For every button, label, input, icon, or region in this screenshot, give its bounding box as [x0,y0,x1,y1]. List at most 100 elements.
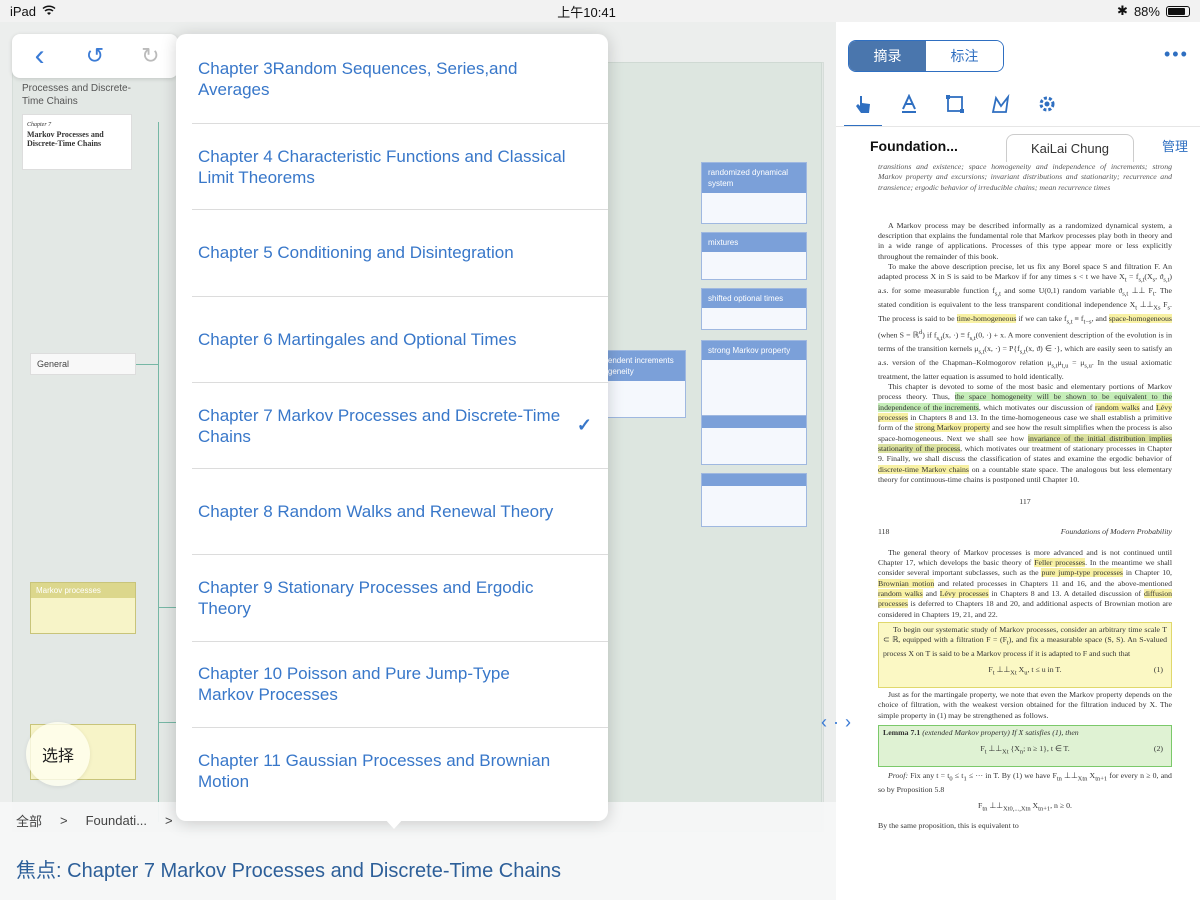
segment-excerpt[interactable]: 摘录 [849,41,926,71]
chapter-item[interactable]: Chapter 6 Martingales and Optional Times [192,297,608,383]
wifi-icon [42,4,56,19]
chapter-title: Chapter 11 Gaussian Processes and Browni… [198,751,551,792]
highlight[interactable]: strong Markov property [915,423,990,433]
pane-splitter[interactable]: ‹ · › [806,704,866,740]
chapter-item[interactable]: Chapter 9 Stationary Processes and Ergod… [192,555,608,642]
chevron-left-icon: ‹ [821,711,827,732]
node-title [702,474,806,486]
chapter-intro: transitions and existence; space homogen… [878,162,1172,192]
paragraph: The general theory of Markov processes i… [878,547,1172,619]
node-title: randomized dynamical system [702,163,806,193]
device-label: iPad [10,3,37,19]
chapter-item[interactable]: Chapter 10 Poisson and Pure Jump-Type Ma… [192,642,608,729]
highlight[interactable]: random walks [878,588,923,598]
connector-line [158,722,178,723]
highlighted-block[interactable]: To begin our systematic study of Markov … [878,621,1172,689]
equation: Ftn ⊥⊥Xt0,...,Xtn Xtn+1, n ≥ 0. [978,801,1072,813]
node-title: Markov processes [31,583,135,598]
rectangle-tool[interactable] [936,86,974,126]
node-blue[interactable] [701,415,807,465]
chapter-item[interactable]: Chapter 8 Random Walks and Renewal Theor… [192,469,608,556]
chapter-item[interactable]: Chapter 3Random Sequences, Series,and Av… [192,34,608,124]
more-button[interactable]: ••• [1164,44,1189,65]
highlight[interactable]: discrete-time Markov chains [878,464,969,474]
chapter-item[interactable]: Chapter 5 Conditioning and Disintegratio… [192,210,608,297]
chapter-thumbnail[interactable]: Chapter 7 Markov Processes and Discrete-… [22,114,132,170]
document-panel: 摘录 标注 ••• Foundation... KaiLai Chung 管理 … [836,22,1200,900]
rectangle-select-icon [945,94,965,119]
status-bar: iPad 上午10:41 ✱ 88% [0,0,1200,22]
focus-value[interactable]: Chapter 7 Markov Processes and Discrete-… [67,860,561,882]
highlight[interactable]: time-homogeneous [956,313,1017,323]
node-body [31,598,135,606]
highlight[interactable]: pure jump-type processes [1041,568,1123,578]
equation-number: (2) [1153,744,1163,754]
lemma-statement: Lemma 7.1 (extended Markov property) If … [883,727,1079,737]
chapter-title: Chapter 4 Characteristic Functions and C… [198,146,566,187]
connector-line [136,364,158,365]
clock: 上午10:41 [557,4,616,20]
node-mixtures[interactable]: mixtures [701,232,807,280]
paragraph: This chapter is devoted to some of the m… [878,382,1172,484]
node-blue[interactable] [701,473,807,527]
highlight[interactable]: Feller processes [1034,558,1086,568]
chapter-item[interactable]: Chapter 11 Gaussian Processes and Browni… [192,728,608,814]
divider [836,126,1200,127]
pdf-page[interactable]: transitions and existence; space homogen… [878,162,1172,900]
highlighted-lemma[interactable]: Lemma 7.1 (extended Markov property) If … [878,724,1172,768]
annotation-tools [844,86,1200,127]
highlight[interactable]: random walks [1094,402,1140,412]
thumbnail-title: Markov Processes and Discrete-Time Chain… [27,130,104,148]
node-randomized-dynamical-system[interactable]: randomized dynamical system [701,162,807,224]
node-general[interactable]: General [30,353,136,375]
document-tab-kailai-chung[interactable]: KaiLai Chung [1006,134,1134,162]
chapter-title: Chapter 8 Random Walks and Renewal Theor… [198,502,554,522]
page-number: 117 [1019,497,1031,507]
edit-toolbar: ‹ ↺ ↻ [12,34,178,78]
chapter-title: Chapter 3Random Sequences, Series,and Av… [198,58,518,99]
highlight[interactable]: Lévy processes [939,588,989,598]
back-button[interactable]: ‹ [22,38,58,74]
paragraph: To begin our systematic study of Markov … [883,624,1167,658]
text-underline-icon [900,93,918,119]
undo-button[interactable]: ↺ [77,38,113,74]
select-button[interactable]: 选择 [26,722,90,786]
chapter-picker-popover: Chapter 3Random Sequences, Series,and Av… [176,34,608,821]
node-title: mixtures [702,233,806,252]
lasso-tool[interactable] [982,86,1020,126]
paragraph: Proof: Fix any t = t0 ≤ t1 ≤ ··· in T. B… [878,771,1172,794]
breadcrumb-separator: > [165,813,173,828]
breadcrumb: 全部 > Foundati... > [16,811,173,830]
running-header: 118 Foundations of Modern Probability [878,527,1172,537]
node-shifted-optional-times[interactable]: shifted optional times [701,288,807,330]
chapter-title: Chapter 9 Stationary Processes and Ergod… [198,578,534,619]
segment-annotate[interactable]: 标注 [926,41,1003,71]
paragraph: Just as for the martingale property, we … [878,690,1172,720]
breadcrumb-separator: > [60,813,68,828]
equation: Ft ⊥⊥Xt {Xn; n ≥ 1}, t ∈ T. (2) [980,744,1163,756]
breadcrumb-foundations[interactable]: Foundati... [86,813,147,828]
checkmark-icon: ✓ [576,415,592,436]
popover-arrow [384,818,404,832]
chapter-item-selected[interactable]: Chapter 7 Markov Processes and Discrete-… [192,383,608,470]
pointer-tool[interactable] [844,86,882,127]
node-markov-processes[interactable]: Markov processes [30,582,136,634]
gear-icon [1037,94,1057,119]
paragraph: To make the above description precise, l… [878,262,1172,381]
document-tab-foundations[interactable]: Foundation... [870,138,958,154]
focus-line: 焦点: Chapter 7 Markov Processes and Discr… [16,854,561,883]
text-tool[interactable] [890,86,928,126]
highlight[interactable]: space-homogeneous [1108,313,1172,323]
highlight[interactable]: Brownian motion [878,578,935,588]
connector-line [158,607,178,608]
manage-button[interactable]: 管理 [1162,136,1188,155]
chapter-item[interactable]: Chapter 4 Characteristic Functions and C… [192,124,608,211]
equation-number: (1) [1153,665,1163,675]
battery-icon [1165,5,1190,17]
redo-button[interactable]: ↻ [132,38,168,74]
equation: Ft ⊥⊥Xt Xu, t ≤ u in T. (1) [988,665,1163,677]
breadcrumb-all[interactable]: 全部 [16,811,42,830]
chapter-title: Chapter 5 Conditioning and Disintegratio… [198,243,514,263]
settings-tool[interactable] [1028,86,1066,126]
node-strong-markov-property[interactable]: strong Markov property [701,340,807,424]
